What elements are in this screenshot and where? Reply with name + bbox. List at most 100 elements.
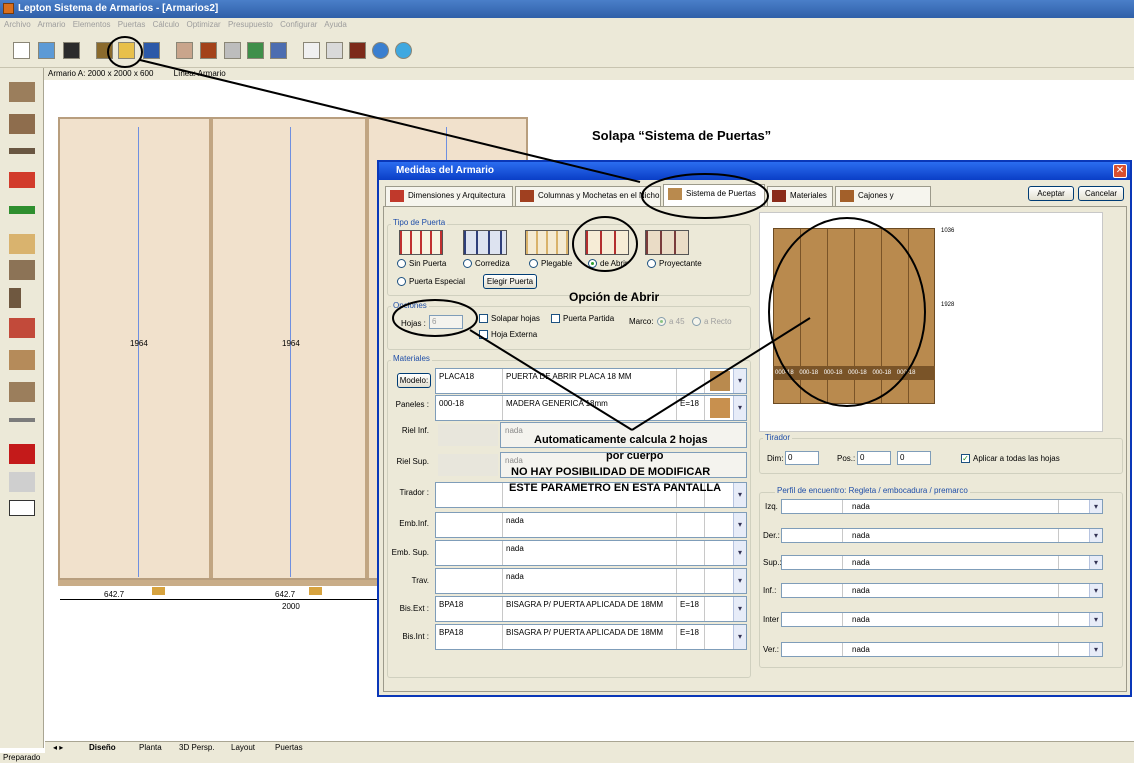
list-icon[interactable] xyxy=(303,42,320,59)
menu-configurar[interactable]: Configurar xyxy=(280,20,317,29)
tab-materiales[interactable]: Materiales xyxy=(767,186,833,206)
paneles-row[interactable]: 000-18 MADERA GENERICA 18mm E=18 ▾ xyxy=(435,395,747,421)
budget-icon[interactable] xyxy=(349,42,366,59)
wardrobe-icon[interactable] xyxy=(96,42,113,59)
partida-checkbox[interactable] xyxy=(551,314,560,323)
tab-layout[interactable]: Layout xyxy=(227,742,259,753)
pos-input-2[interactable]: 0 xyxy=(897,451,931,465)
radio-plegable[interactable] xyxy=(529,259,538,268)
radio-sin-puerta[interactable] xyxy=(397,259,406,268)
shirt-icon[interactable] xyxy=(9,444,35,464)
tab-planta[interactable]: Planta xyxy=(135,742,166,753)
menu-armario[interactable]: Armario xyxy=(37,20,65,29)
tab-nav-arrows[interactable]: ◂ ▸ xyxy=(49,742,67,753)
chevron-down-icon[interactable]: ▾ xyxy=(733,541,746,565)
dim-input[interactable]: 0 xyxy=(785,451,819,465)
pos-input[interactable]: 0 xyxy=(857,451,891,465)
proyectante-image[interactable] xyxy=(645,230,689,255)
sin-puerta-image[interactable] xyxy=(399,230,443,255)
bis-ext-row[interactable]: BPA18 BISAGRA P/ PUERTA APLICADA DE 18MM… xyxy=(435,596,747,622)
arrow-up-icon[interactable] xyxy=(9,500,35,516)
tab-diseno[interactable]: Diseño xyxy=(85,742,120,753)
chevron-down-icon[interactable]: ▾ xyxy=(733,597,746,621)
sup-select[interactable]: nada ▾ xyxy=(781,555,1103,570)
radio-de-abrir[interactable] xyxy=(588,259,597,268)
chevron-down-icon[interactable]: ▾ xyxy=(1089,584,1102,597)
chevron-down-icon[interactable]: ▾ xyxy=(1089,529,1102,542)
tab-3d-persp[interactable]: 3D Persp. xyxy=(175,742,219,753)
der-select[interactable]: nada ▾ xyxy=(781,528,1103,543)
radio-corrediza[interactable] xyxy=(463,259,472,268)
chevron-down-icon[interactable]: ▾ xyxy=(733,396,746,420)
chevron-down-icon[interactable]: ▾ xyxy=(1089,556,1102,569)
corrediza-image[interactable] xyxy=(463,230,507,255)
chevron-down-icon[interactable]: ▾ xyxy=(733,513,746,537)
tab-dimensiones[interactable]: Dimensiones y Arquitectura xyxy=(385,186,513,206)
corner-icon[interactable] xyxy=(9,382,35,402)
chevron-down-icon[interactable]: ▾ xyxy=(1089,613,1102,626)
new-file-icon[interactable] xyxy=(13,42,30,59)
drawer-icon[interactable] xyxy=(9,234,35,254)
dollar-icon[interactable] xyxy=(372,42,389,59)
menu-calculo[interactable]: Cálculo xyxy=(153,20,180,29)
chevron-down-icon[interactable]: ▾ xyxy=(733,483,746,507)
tools-icon[interactable] xyxy=(224,42,241,59)
column-icon[interactable] xyxy=(9,318,35,338)
door-measure-icon[interactable] xyxy=(118,42,135,59)
monitor-icon[interactable] xyxy=(143,42,160,59)
rack-icon[interactable] xyxy=(9,472,35,492)
menu-ayuda[interactable]: Ayuda xyxy=(324,20,347,29)
apply-all-checkbox[interactable]: ✓ xyxy=(961,454,970,463)
help-icon[interactable] xyxy=(395,42,412,59)
tab-cajones[interactable]: Cajones y Cajoneras xyxy=(835,186,931,218)
accept-button[interactable]: Aceptar xyxy=(1028,186,1074,201)
menu-elementos[interactable]: Elementos xyxy=(73,20,111,29)
chevron-down-icon[interactable]: ▾ xyxy=(733,625,746,649)
menu-optimizar[interactable]: Optimizar xyxy=(186,20,220,29)
emb-inf-row[interactable]: nada ▾ xyxy=(435,512,747,538)
ver-select[interactable]: nada ▾ xyxy=(781,642,1103,657)
material-icon[interactable] xyxy=(200,42,217,59)
hoja-externa-checkbox[interactable] xyxy=(479,330,488,339)
open-file-icon[interactable] xyxy=(38,42,55,59)
elegir-puerta-button[interactable]: Elegir Puerta xyxy=(483,274,537,289)
radio-proyectante[interactable] xyxy=(647,259,656,268)
green-shelf-icon[interactable] xyxy=(9,206,35,214)
tray-icon[interactable] xyxy=(9,350,35,370)
menu-presupuesto[interactable]: Presupuesto xyxy=(228,20,273,29)
bis-int-row[interactable]: BPA18 BISAGRA P/ PUERTA APLICADA DE 18MM… xyxy=(435,624,747,650)
inf-select[interactable]: nada ▾ xyxy=(781,583,1103,598)
move-shelf-icon[interactable] xyxy=(9,172,35,188)
side-panel-icon[interactable] xyxy=(9,288,21,308)
cabinet-top-icon[interactable] xyxy=(9,82,35,102)
menu-archivo[interactable]: Archivo xyxy=(4,20,31,29)
shelf-icon[interactable] xyxy=(9,148,35,154)
stack-icon[interactable] xyxy=(9,260,35,280)
inter-select[interactable]: nada ▾ xyxy=(781,612,1103,627)
tab-columnas[interactable]: Columnas y Mochetas en el Nicho xyxy=(515,186,661,206)
plegable-image[interactable] xyxy=(525,230,569,255)
save-icon[interactable] xyxy=(63,42,80,59)
cancel-button[interactable]: Cancelar xyxy=(1078,186,1124,201)
menu-puertas[interactable]: Puertas xyxy=(118,20,146,29)
solapar-checkbox[interactable] xyxy=(479,314,488,323)
close-icon[interactable]: ✕ xyxy=(1113,164,1127,178)
optimize-icon[interactable] xyxy=(270,42,287,59)
chevron-down-icon[interactable]: ▾ xyxy=(1089,643,1102,656)
modelo-row[interactable]: PLACA18 PUERTA DE ABRIR PLACA 18 MM ▾ xyxy=(435,368,747,394)
de-abrir-image[interactable] xyxy=(585,230,629,255)
cube-icon[interactable] xyxy=(247,42,264,59)
rail-icon[interactable] xyxy=(9,418,35,422)
radio-puerta-especial[interactable] xyxy=(397,277,406,286)
tab-puertas[interactable]: Puertas xyxy=(271,742,307,753)
trav-row[interactable]: nada ▾ xyxy=(435,568,747,594)
emb-sup-row[interactable]: nada ▾ xyxy=(435,540,747,566)
cabinet-side-icon[interactable] xyxy=(9,114,35,134)
tab-sistema-puertas[interactable]: Sistema de Puertas xyxy=(663,184,765,206)
izq-select[interactable]: nada ▾ xyxy=(781,499,1103,514)
chevron-down-icon[interactable]: ▾ xyxy=(733,369,746,393)
modelo-button[interactable]: Modelo: xyxy=(397,373,431,388)
pencil-icon[interactable] xyxy=(326,42,343,59)
chevron-down-icon[interactable]: ▾ xyxy=(1089,500,1102,513)
chevron-down-icon[interactable]: ▾ xyxy=(733,569,746,593)
